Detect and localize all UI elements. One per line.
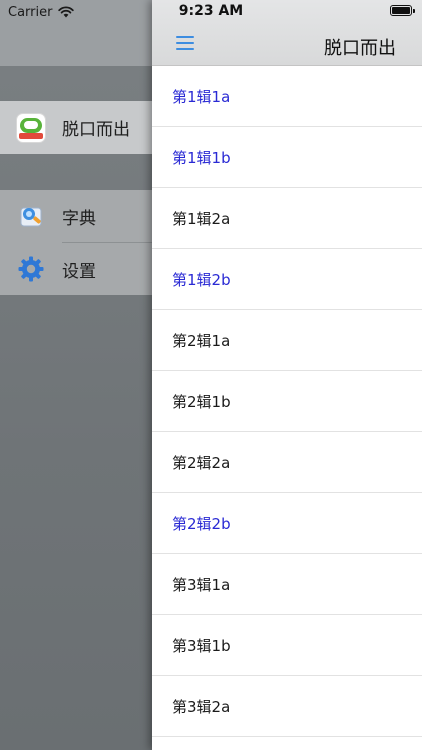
hamburger-icon[interactable] [176,36,194,50]
main-panel: 9:23 AM 脱口而出 第1辑1a 第1辑1b 第1辑2a 第1辑2b 第2辑… [152,0,422,750]
list-item[interactable]: 第2辑2b [152,493,422,554]
list-item[interactable]: 第2辑1a [152,310,422,371]
wifi-icon [58,6,75,18]
list-item[interactable]: 第2辑1b [152,371,422,432]
list-item[interactable]: 第1辑2a [152,188,422,249]
list-item[interactable]: 第3辑2a [152,676,422,737]
drawer-item-settings-label: 设置 [62,261,96,282]
page-title: 脱口而出 [324,38,396,59]
list-item[interactable]: 第1辑1b [152,127,422,188]
drawer-item-dictionary-label: 字典 [62,208,96,229]
drawer-item-main[interactable]: 脱口而出 [0,101,152,154]
list-item[interactable]: 第3辑1b [152,615,422,676]
list-item[interactable]: 第1辑1a [152,66,422,127]
list-item[interactable]: 第1辑2b [152,249,422,310]
gear-icon [16,254,46,284]
list-item[interactable]: 第3辑1a [152,554,422,615]
app-icon [16,112,46,143]
nav-bar: 9:23 AM 脱口而出 [152,0,422,66]
battery-icon [390,5,415,16]
status-bar-left: Carrier [8,3,75,21]
drawer-item-settings[interactable]: 设置 [0,243,152,295]
side-drawer: Carrier 脱口而出 字典 设置 [0,0,152,750]
list-item[interactable]: 第2辑2a [152,432,422,493]
drawer-item-main-label: 脱口而出 [62,120,130,140]
app-screen: Carrier 脱口而出 字典 设置 9:23 AM 脱口而出 第1辑1a 第1… [0,0,422,750]
drawer-item-dictionary[interactable]: 字典 [0,190,152,242]
carrier-label: Carrier [8,4,53,20]
dictionary-icon [16,201,46,231]
status-time: 9:23 AM [178,3,244,19]
lesson-list: 第1辑1a 第1辑1b 第1辑2a 第1辑2b 第2辑1a 第2辑1b 第2辑2… [152,66,422,737]
